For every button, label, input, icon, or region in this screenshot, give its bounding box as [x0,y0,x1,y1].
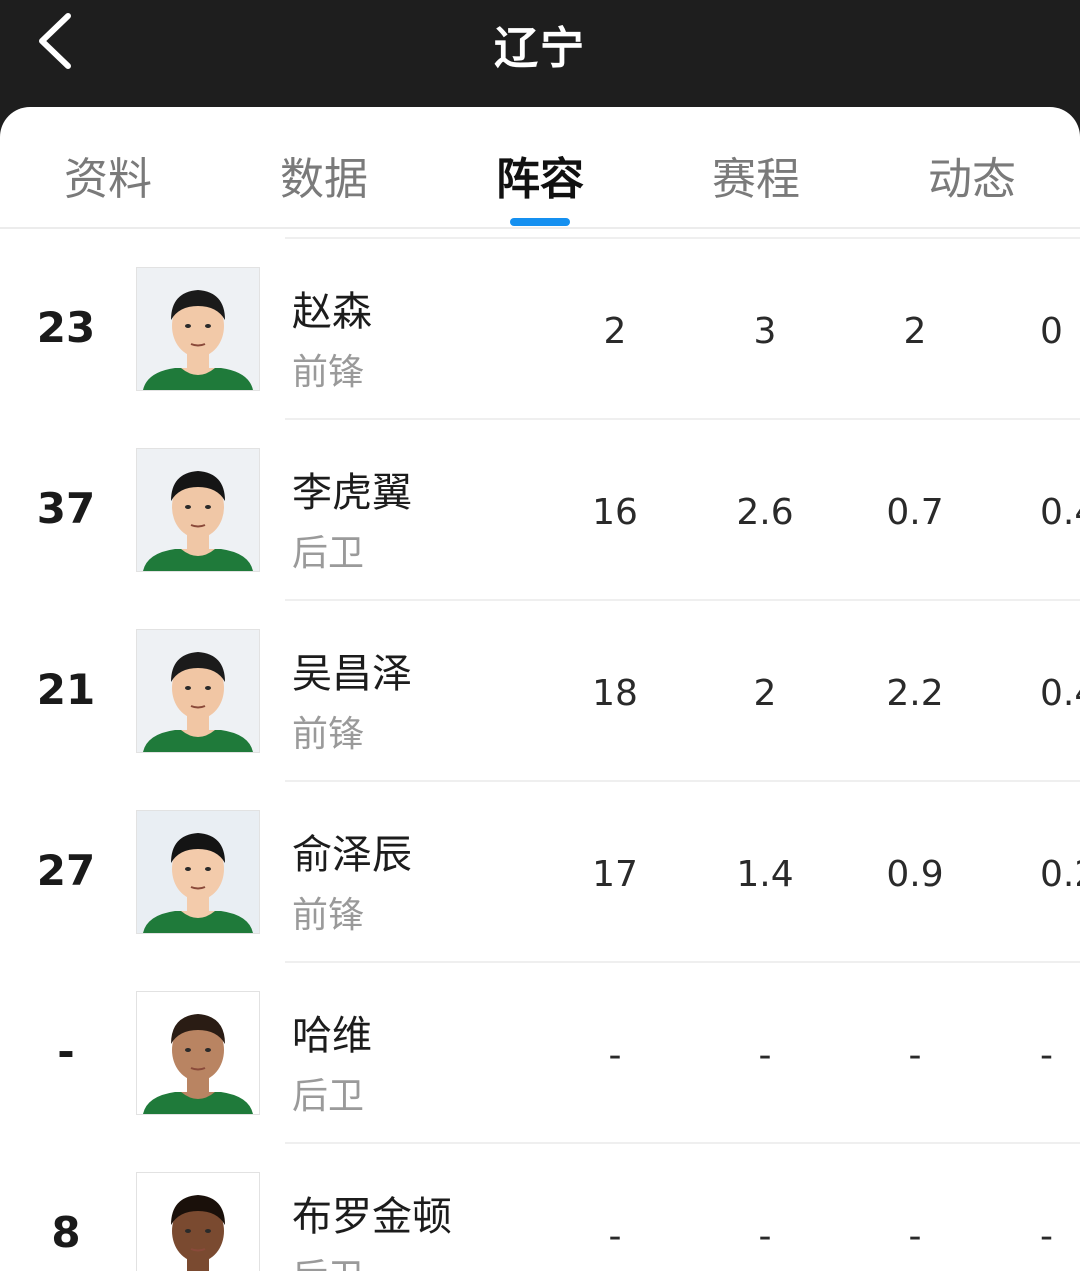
jersey-number: 21 [36,665,96,714]
stat-value: 2 [603,311,627,352]
player-row[interactable]: 37 李虎翼 后卫 16 2.6 0.7 0.4 [0,420,1080,601]
stat-value: 16 [592,492,638,533]
stat-value: 0.2 [1040,854,1080,895]
player-name: 李虎翼 [292,470,412,516]
stat-value: - [1040,1035,1053,1076]
page-title: 辽宁 [494,23,586,74]
stat-value: 0.9 [886,854,944,895]
player-position: 前锋 [292,352,365,393]
player-avatar [136,448,260,572]
jersey-number: 23 [36,303,96,352]
player-position: 前锋 [292,895,365,936]
stat-value: - [908,1035,922,1076]
stat-value: 0.4 [1040,492,1080,533]
jersey-number: 8 [51,1208,81,1257]
player-photo-icon [137,992,259,1114]
player-avatar [136,629,260,753]
stat-value: 0.7 [886,492,944,533]
tab-indicator [510,218,570,226]
player-row[interactable]: 21 吴昌泽 前锋 18 2 2.2 0.4 [0,601,1080,782]
tab-bar: 资料 数据 阵容 赛程 动态 [0,107,1080,229]
stat-value: - [758,1035,772,1076]
jersey-number: 27 [36,846,96,895]
top-bar: 辽宁 [0,0,1080,120]
stat-value: 2.2 [886,673,944,714]
tab-info[interactable]: 资料 [0,143,216,207]
stat-value: 3 [753,311,777,352]
stat-value: - [908,1216,922,1257]
roster-list: 23 赵森 前锋 2 3 2 0 37 李虎翼 后卫 16 2.6 0.7 0.… [0,239,1080,1271]
player-row[interactable]: 23 赵森 前锋 2 3 2 0 [0,239,1080,420]
player-name: 哈维 [292,1013,372,1059]
team-sheet: 资料 数据 阵容 赛程 动态 23 赵森 前锋 2 3 2 0 37 李虎翼 后… [0,107,1080,1271]
player-avatar [136,810,260,934]
player-position: 后卫 [292,533,365,574]
player-name: 吴昌泽 [292,651,412,697]
player-position: 后卫 [292,1248,364,1271]
tab-news[interactable]: 动态 [864,143,1080,207]
jersey-number: - [57,1027,75,1076]
player-row[interactable]: 8 布罗金顿 后卫 - - - - [0,1144,1080,1271]
player-name: 布罗金顿 [292,1194,452,1240]
stat-value: 18 [592,673,638,714]
stat-value: - [608,1035,622,1076]
player-avatar [136,991,260,1115]
stat-value: - [758,1216,772,1257]
tab-stats[interactable]: 数据 [216,143,432,207]
player-position: 前锋 [292,714,365,755]
stat-value: - [608,1216,622,1257]
player-photo-icon [137,630,259,752]
player-photo-icon [137,1173,259,1271]
stat-value: 17 [592,854,638,895]
stat-value: 1.4 [736,854,794,895]
stat-value: 0.4 [1040,673,1080,714]
tab-roster[interactable]: 阵容 [432,143,648,207]
player-name: 赵森 [292,289,372,335]
stat-value: 0 [1040,311,1063,352]
stat-value: 2 [903,311,927,352]
jersey-number: 37 [36,484,96,533]
player-avatar [136,1172,260,1271]
player-name: 俞泽辰 [292,832,412,878]
tab-schedule[interactable]: 赛程 [648,143,864,207]
stat-value: 2 [753,673,777,714]
player-position: 后卫 [292,1076,365,1117]
player-avatar [136,267,260,391]
player-photo-icon [137,268,259,390]
stat-value: 2.6 [736,492,794,533]
stat-value: - [1040,1216,1053,1257]
player-row[interactable]: - 哈维 后卫 - - - - [0,963,1080,1144]
player-row[interactable]: 27 俞泽辰 前锋 17 1.4 0.9 0.2 [0,782,1080,963]
player-photo-icon [137,449,259,571]
player-photo-icon [137,811,259,933]
